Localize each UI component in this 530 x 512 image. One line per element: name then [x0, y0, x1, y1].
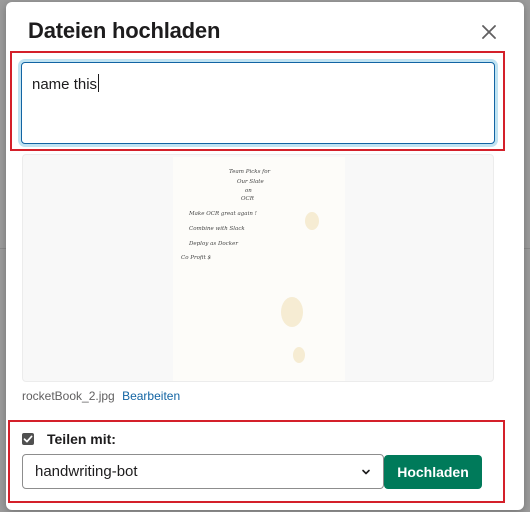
close-button[interactable] [478, 21, 500, 43]
handwriting-line: Team Picks for [229, 169, 271, 175]
handwriting-line: Deploy as Docker [189, 241, 238, 247]
checkmark-icon [23, 435, 33, 443]
message-input-text: name this [32, 76, 98, 93]
handwriting-line: Make OCR great again ! [189, 211, 257, 217]
paper-stain [281, 297, 303, 327]
channel-select[interactable]: handwriting-bot [22, 454, 384, 489]
handwriting-line: Combine with Slack [189, 226, 245, 232]
handwriting-line: on [245, 188, 252, 194]
paper-stain [305, 212, 319, 230]
text-cursor [98, 74, 100, 92]
chevron-down-icon [362, 469, 370, 474]
file-info: rocketBook_2.jpg Bearbeiten [22, 389, 180, 403]
share-label: Teilen mit: [47, 431, 116, 447]
handwriting-line: OCR [241, 196, 254, 202]
edit-link[interactable]: Bearbeiten [122, 389, 180, 403]
image-preview: Team Picks for Our Slate on OCR Make OCR… [22, 154, 494, 382]
file-name: rocketBook_2.jpg [22, 389, 115, 403]
message-input[interactable]: name this [21, 62, 495, 144]
share-checkbox[interactable] [22, 433, 34, 445]
paper-stain [293, 347, 305, 363]
handwriting-line: Our Slate [237, 179, 264, 185]
share-row: Teilen mit: [22, 431, 116, 447]
handwriting-line: Co Profit $ [181, 255, 212, 261]
upload-button[interactable]: Hochladen [384, 455, 482, 489]
dialog-title: Dateien hochladen [28, 18, 221, 43]
close-icon [482, 25, 496, 39]
selected-channel: handwriting-bot [35, 463, 138, 480]
handwritten-note-image: Team Picks for Our Slate on OCR Make OCR… [173, 157, 345, 381]
